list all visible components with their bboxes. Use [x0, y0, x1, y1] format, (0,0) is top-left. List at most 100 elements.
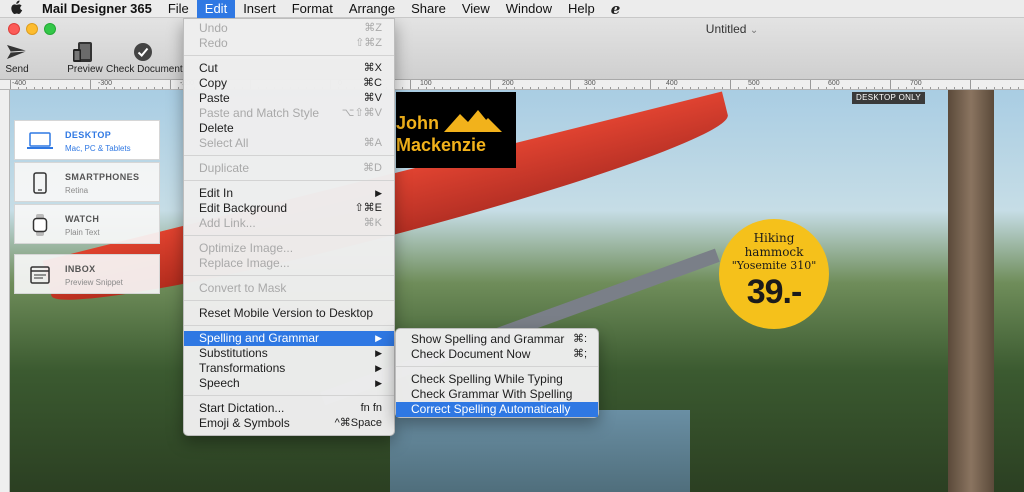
check-document-button[interactable]: Check Document [106, 40, 183, 75]
device-name: WATCH [65, 214, 100, 224]
ruler-label: -300 [98, 80, 113, 87]
logo-block[interactable]: John Mackenzie [396, 92, 516, 168]
menu-item-emoji-symbols[interactable]: Emoji & Symbols ^⌘Space [184, 416, 394, 431]
device-name: DESKTOP [65, 130, 112, 140]
zoom-window-button[interactable] [44, 23, 56, 35]
laptop-icon [25, 129, 55, 153]
menu-item-edit-in[interactable]: Edit In ▶ [184, 186, 394, 201]
menu-item-transformations[interactable]: Transformations ▶ [184, 361, 394, 376]
ruler-tick [490, 80, 491, 89]
ruler-tick [650, 80, 651, 89]
check-document-label: Check Document [106, 64, 183, 75]
menu-item-select-all[interactable]: Select All ⌘A [184, 136, 394, 151]
menu-app-name[interactable]: Mail Designer 365 [34, 0, 160, 18]
logo-line-1: John [396, 113, 439, 133]
send-button[interactable]: Send [3, 40, 31, 75]
menu-item-paste-match-style[interactable]: Paste and Match Style ⌥⇧⌘V [184, 106, 394, 121]
menu-item-optimize-image[interactable]: Optimize Image... [184, 241, 394, 256]
menu-arrange[interactable]: Arrange [341, 0, 403, 18]
badge-line-3: "Yosemite 310" [731, 259, 817, 272]
device-sub: Preview Snippet [65, 278, 123, 287]
device-switcher: DESKTOP Mac, PC & Tablets SMARTPHONES Re… [14, 120, 160, 296]
paper-plane-icon [3, 40, 31, 64]
window-title[interactable]: Untitled ⌄ [706, 22, 758, 36]
menu-item-edit-background[interactable]: Edit Background ⇧⌘E [184, 201, 394, 216]
status-e-icon[interactable]: e [603, 0, 629, 18]
spelling-submenu: Show Spelling and Grammar ⌘: Check Docume… [395, 328, 599, 418]
ruler-label: 500 [748, 80, 760, 87]
menu-share[interactable]: Share [403, 0, 454, 18]
send-label: Send [5, 64, 29, 75]
menu-file[interactable]: File [160, 0, 197, 18]
menu-view[interactable]: View [454, 0, 498, 18]
menu-separator [184, 180, 394, 181]
menu-item-substitutions[interactable]: Substitutions ▶ [184, 346, 394, 361]
inbox-icon [25, 263, 55, 287]
submenu-arrow-icon: ▶ [375, 333, 382, 343]
badge-price: 39.- [746, 273, 803, 311]
menu-item-duplicate[interactable]: Duplicate ⌘D [184, 161, 394, 176]
tree-trunk [948, 90, 994, 492]
menu-item-spelling-grammar[interactable]: Spelling and Grammar ▶ [184, 331, 394, 346]
minimize-window-button[interactable] [26, 23, 38, 35]
ruler-label: 700 [910, 80, 922, 87]
submenu-item-show-spelling[interactable]: Show Spelling and Grammar ⌘: [396, 332, 598, 347]
device-name: INBOX [65, 264, 96, 274]
menu-item-start-dictation[interactable]: Start Dictation... fn fn [184, 401, 394, 416]
menu-item-convert-to-mask[interactable]: Convert to Mask [184, 281, 394, 296]
menu-separator [184, 235, 394, 236]
submenu-arrow-icon: ▶ [375, 363, 382, 373]
menu-item-cut[interactable]: Cut ⌘X [184, 61, 394, 76]
menu-item-redo[interactable]: Redo ⇧⌘Z [184, 36, 394, 51]
devices-icon [66, 40, 104, 64]
device-inbox[interactable]: INBOX Preview Snippet [14, 254, 160, 294]
badge-line-2: hammock [744, 245, 804, 259]
edit-menu: Undo ⌘Z Redo ⇧⌘Z Cut ⌘X Copy ⌘C Paste ⌘V Past… [183, 18, 395, 436]
menu-separator [184, 155, 394, 156]
window-titlebar: Untitled ⌄ Send Preview Check Document [0, 18, 1024, 80]
menu-help[interactable]: Help [560, 0, 603, 18]
menu-separator [184, 325, 394, 326]
menu-separator [184, 300, 394, 301]
design-canvas[interactable]: John Mackenzie DESKTOP ONLY Hiking hammo… [10, 90, 1024, 492]
ruler-tick [90, 80, 91, 89]
smartphone-icon [25, 171, 55, 195]
menu-item-delete[interactable]: Delete [184, 121, 394, 136]
menu-separator [396, 366, 598, 367]
checkmark-circle-icon [106, 40, 180, 64]
menu-window[interactable]: Window [498, 0, 560, 18]
submenu-arrow-icon: ▶ [375, 188, 382, 198]
submenu-arrow-icon: ▶ [375, 378, 382, 388]
ruler-tick [730, 80, 731, 89]
menu-item-undo[interactable]: Undo ⌘Z [184, 21, 394, 36]
device-desktop[interactable]: DESKTOP Mac, PC & Tablets [14, 120, 160, 160]
menu-item-replace-image[interactable]: Replace Image... [184, 256, 394, 271]
menu-item-speech[interactable]: Speech ▶ [184, 376, 394, 391]
watch-icon [25, 213, 55, 237]
preview-label: Preview [67, 64, 103, 75]
ruler-label: 400 [666, 80, 678, 87]
device-watch[interactable]: WATCH Plain Text [14, 204, 160, 244]
menu-item-copy[interactable]: Copy ⌘C [184, 76, 394, 91]
ruler-label: 600 [828, 80, 840, 87]
submenu-item-correct-automatically[interactable]: Correct Spelling Automatically [396, 402, 598, 417]
menu-item-add-link[interactable]: Add Link... ⌘K [184, 216, 394, 231]
close-window-button[interactable] [8, 23, 20, 35]
menu-insert[interactable]: Insert [235, 0, 284, 18]
menu-format[interactable]: Format [284, 0, 341, 18]
menu-item-reset-mobile[interactable]: Reset Mobile Version to Desktop [184, 306, 394, 321]
menu-item-paste[interactable]: Paste ⌘V [184, 91, 394, 106]
vertical-ruler [0, 90, 10, 492]
menu-edit[interactable]: Edit [196, 0, 236, 18]
ruler-tick [970, 80, 971, 89]
chevron-down-icon: ⌄ [749, 25, 759, 36]
menu-separator [184, 275, 394, 276]
submenu-item-check-grammar[interactable]: Check Grammar With Spelling [396, 387, 598, 402]
apple-icon[interactable] [0, 0, 34, 17]
submenu-item-check-while-typing[interactable]: Check Spelling While Typing [396, 372, 598, 387]
device-smartphones[interactable]: SMARTPHONES Retina [14, 162, 160, 202]
device-name: SMARTPHONES [65, 172, 140, 182]
price-badge[interactable]: Hiking hammock "Yosemite 310" 39.- [719, 219, 829, 329]
preview-button[interactable]: Preview [66, 40, 104, 75]
submenu-item-check-document-now[interactable]: Check Document Now ⌘; [396, 347, 598, 362]
